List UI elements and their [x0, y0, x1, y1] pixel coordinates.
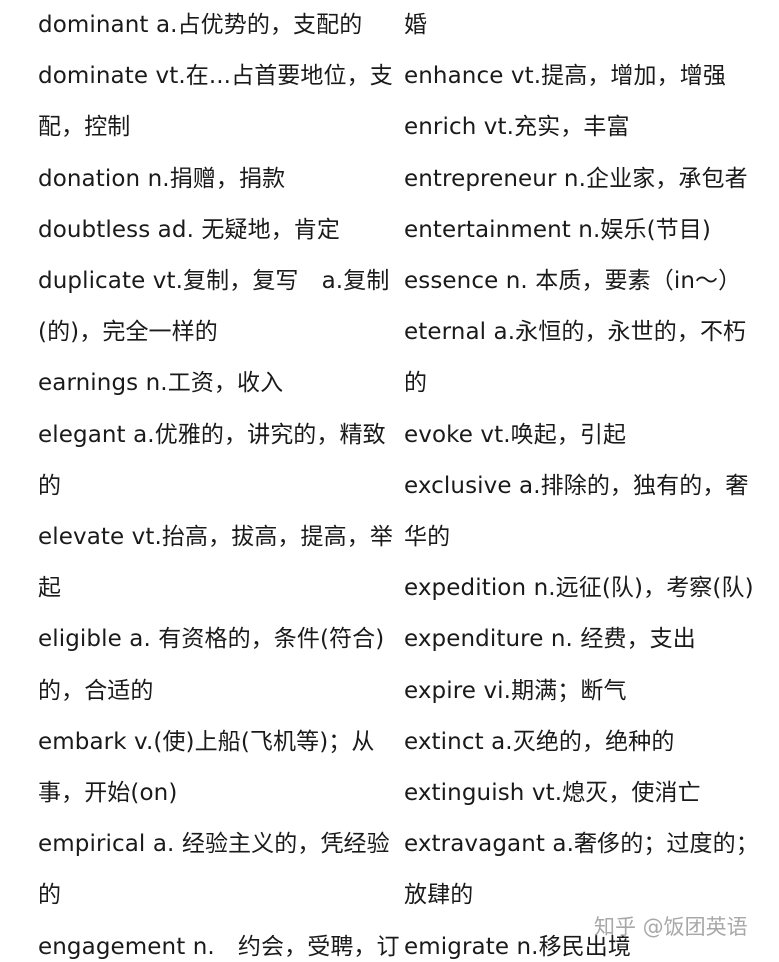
vocab-line: 华的 — [404, 524, 451, 550]
vocab-line: 放肆的 — [404, 882, 474, 909]
vocab-line: expenditure n. 经费，支出 — [404, 626, 696, 653]
vocab-line: 的，合适的 — [38, 677, 154, 704]
vocab-line: enrich vt.充实，丰富 — [404, 114, 630, 141]
vocab-line: doubtless ad. 无疑地，肯定 — [38, 216, 340, 243]
watermark: 知乎 @饭团英语 — [594, 915, 748, 939]
vocab-line: 的 — [38, 882, 62, 909]
vocab-line: 事，开始(on) — [38, 780, 178, 806]
vocab-line: enhance vt.提高，增加，增强 — [404, 63, 726, 90]
vocab-line: elevate vt.抬高，拔高，提高，举 — [38, 524, 393, 550]
vocab-line: 婚 — [404, 12, 428, 38]
vocab-line: expire vi.期满；断气 — [404, 677, 627, 704]
vocab-line: earnings n.工资，收入 — [38, 370, 284, 397]
vocab-line: extinguish vt.熄灭，使消亡 — [404, 780, 701, 806]
vocab-line: engagement n. 约会，受聘，订 — [38, 933, 400, 960]
vocab-line: eligible a. 有资格的，条件(符合) — [38, 626, 385, 653]
vocab-line: entertainment n.娱乐(节目) — [404, 216, 711, 243]
vocab-line: evoke vt.唤起，引起 — [404, 421, 627, 448]
vocab-line: dominant a.占优势的，支配的 — [38, 12, 363, 38]
vocab-line: 的 — [38, 472, 62, 499]
vocab-line: elegant a.优雅的，讲究的，精致 — [38, 421, 386, 448]
vocab-line: 配，控制 — [38, 114, 131, 141]
vocab-line: 的 — [404, 370, 428, 397]
vocab-line: (的)，完全一样的 — [38, 319, 218, 346]
vocab-line: extravagant a.奢侈的；过度的； — [404, 831, 759, 858]
vocab-line: eternal a.永恒的，永世的，不朽 — [404, 319, 747, 346]
vocab-line: dominate vt.在...占首要地位，支 — [38, 63, 393, 90]
vocab-line: entrepreneur n.企业家，承包者 — [404, 165, 748, 192]
vocab-line: extinct a.灭绝的，绝种的 — [404, 728, 675, 755]
vocabulary-page: dominant a.占优势的，支配的 dominate vt.在...占首要地位… — [0, 0, 779, 960]
vocab-line: exclusive a.排除的，独有的，奢 — [404, 472, 749, 499]
vocab-line: duplicate vt.复制，复写 a.复制 — [38, 268, 390, 294]
vocab-line: 起 — [38, 575, 62, 602]
vocab-line: essence n. 本质，要素（in～） — [404, 268, 742, 294]
vocab-line: empirical a. 经验主义的，凭经验 — [38, 831, 390, 858]
vocab-line: embark v.(使)上船(飞机等)；从 — [38, 728, 375, 755]
vocab-line: donation n.捐赠，捐款 — [38, 165, 286, 192]
vocab-line: expedition n.远征(队)，考察(队) — [404, 575, 754, 602]
